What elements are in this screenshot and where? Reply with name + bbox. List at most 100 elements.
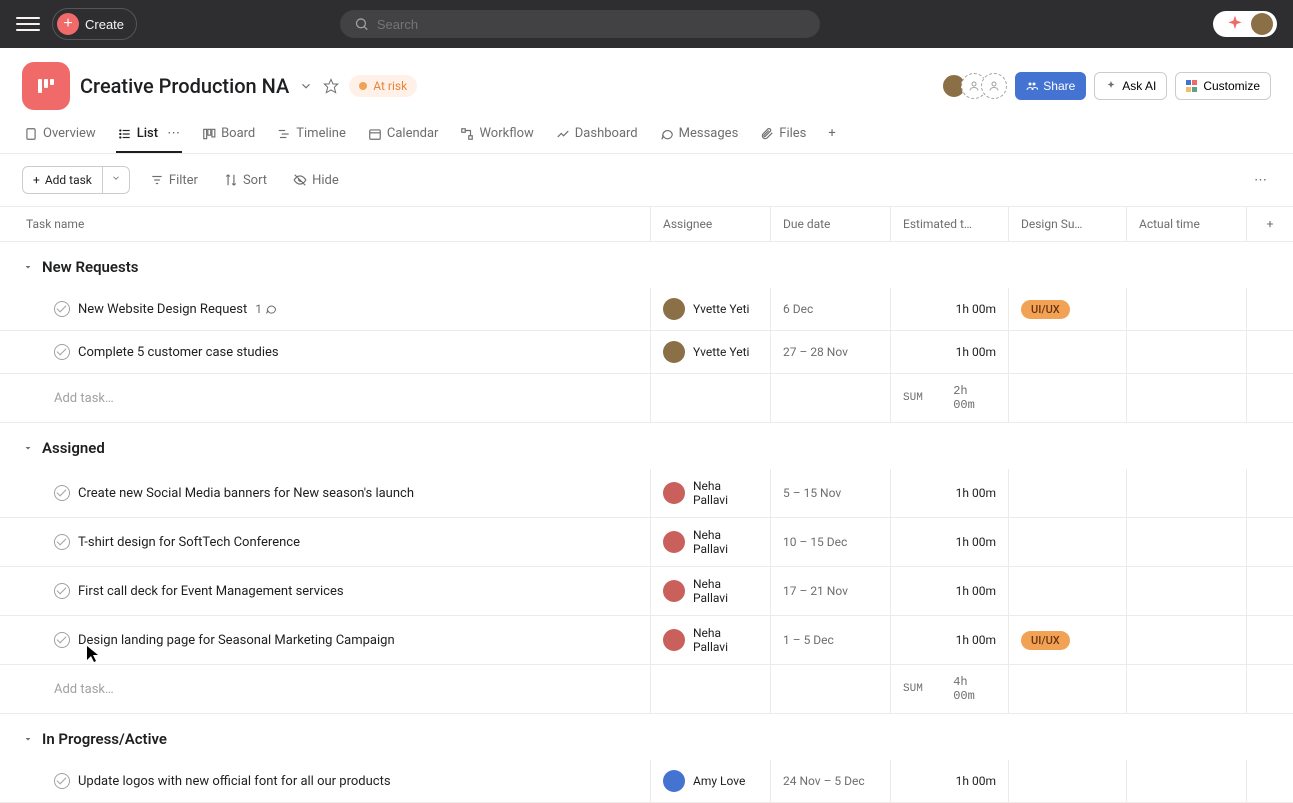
customize-button[interactable]: Customize — [1175, 72, 1271, 100]
col-actual[interactable]: Actual time — [1127, 207, 1247, 241]
assignee-cell[interactable]: Amy Love — [663, 770, 745, 792]
add-tab-button[interactable]: + — [826, 120, 837, 153]
menu-toggle[interactable] — [16, 12, 40, 36]
design-cell[interactable] — [1009, 518, 1127, 566]
design-cell[interactable]: UI/UX — [1009, 288, 1127, 330]
chevron-down-icon[interactable] — [299, 79, 313, 93]
actual-cell[interactable] — [1127, 518, 1247, 566]
estimated-cell[interactable]: 1h 00m — [891, 288, 1009, 330]
section-header[interactable]: New Requests — [0, 242, 1293, 288]
create-button[interactable]: + Create — [52, 8, 137, 40]
actual-cell[interactable] — [1127, 760, 1247, 802]
assignee-cell[interactable]: Neha Pallavi — [663, 626, 758, 654]
tab-dashboard[interactable]: Dashboard — [554, 120, 640, 153]
complete-checkbox[interactable] — [54, 485, 70, 501]
chevron-down-icon[interactable] — [22, 442, 34, 454]
tab-more-icon[interactable]: ⋯ — [167, 126, 180, 141]
add-task-button[interactable]: +Add task — [22, 166, 130, 194]
estimated-cell[interactable]: 1h 00m — [891, 760, 1009, 802]
add-task-dropdown[interactable] — [102, 167, 129, 193]
workflow-icon — [460, 127, 474, 141]
hide-button[interactable]: Hide — [287, 169, 345, 192]
tab-calendar[interactable]: Calendar — [366, 120, 441, 153]
col-due-date[interactable]: Due date — [771, 207, 891, 241]
design-cell[interactable] — [1009, 469, 1127, 517]
filter-button[interactable]: Filter — [144, 169, 204, 192]
share-button[interactable]: Share — [1015, 72, 1086, 100]
due-date-cell[interactable]: 1 – 5 Dec — [771, 616, 891, 664]
design-cell[interactable] — [1009, 331, 1127, 373]
ask-ai-button[interactable]: Ask AI — [1094, 72, 1167, 100]
add-member-placeholder — [981, 73, 1007, 99]
design-cell[interactable]: UI/UX — [1009, 616, 1127, 664]
search-box[interactable] — [340, 10, 820, 38]
complete-checkbox[interactable] — [54, 773, 70, 789]
assignee-cell[interactable]: Neha Pallavi — [663, 528, 758, 556]
col-task-name[interactable]: Task name — [0, 207, 651, 241]
task-row[interactable]: First call deck for Event Management ser… — [0, 567, 1293, 616]
timeline-icon — [277, 127, 291, 141]
due-date-cell[interactable]: 24 Nov – 5 Dec — [771, 760, 891, 802]
design-tag: UI/UX — [1021, 300, 1070, 319]
due-date-cell[interactable]: 10 – 15 Dec — [771, 518, 891, 566]
tab-files[interactable]: Files — [758, 120, 808, 153]
due-date-cell[interactable]: 17 – 21 Nov — [771, 567, 891, 615]
col-estimated[interactable]: Estimated t… — [891, 207, 1009, 241]
due-date-cell[interactable]: 6 Dec — [771, 288, 891, 330]
due-date-cell[interactable]: 27 – 28 Nov — [771, 331, 891, 373]
assignee-cell[interactable]: Yvette Yeti — [663, 341, 749, 363]
due-date-cell[interactable]: 5 – 15 Nov — [771, 469, 891, 517]
chevron-down-icon[interactable] — [22, 261, 34, 273]
task-row[interactable]: Create new Social Media banners for New … — [0, 469, 1293, 518]
estimated-cell[interactable]: 1h 00m — [891, 331, 1009, 373]
complete-checkbox[interactable] — [54, 632, 70, 648]
add-task-inline[interactable]: Add task… — [0, 665, 651, 713]
estimated-cell[interactable]: 1h 00m — [891, 469, 1009, 517]
toolbar-more[interactable]: ⋯ — [1250, 169, 1271, 192]
complete-checkbox[interactable] — [54, 583, 70, 599]
tab-workflow[interactable]: Workflow — [458, 120, 535, 153]
table-header: Task name Assignee Due date Estimated t…… — [0, 207, 1293, 242]
user-menu[interactable] — [1213, 11, 1277, 37]
status-badge[interactable]: At risk — [349, 75, 417, 97]
section-header[interactable]: In Progress/Active — [0, 714, 1293, 760]
actual-cell[interactable] — [1127, 567, 1247, 615]
tab-timeline[interactable]: Timeline — [275, 120, 348, 153]
task-row[interactable]: Design landing page for Seasonal Marketi… — [0, 616, 1293, 665]
search-input[interactable] — [377, 17, 806, 32]
complete-checkbox[interactable] — [54, 301, 70, 317]
star-icon[interactable] — [323, 78, 339, 94]
add-task-inline[interactable]: Add task… — [0, 374, 651, 422]
add-column-button[interactable]: + — [1247, 207, 1293, 241]
actual-cell[interactable] — [1127, 616, 1247, 664]
tab-messages[interactable]: Messages — [658, 120, 741, 153]
estimated-cell[interactable]: 1h 00m — [891, 518, 1009, 566]
section-header[interactable]: Assigned — [0, 423, 1293, 469]
complete-checkbox[interactable] — [54, 344, 70, 360]
estimated-cell[interactable]: 1h 00m — [891, 567, 1009, 615]
chevron-down-icon[interactable] — [22, 733, 34, 745]
task-row[interactable]: New Website Design Request1 Yvette Yeti … — [0, 288, 1293, 331]
tab-list[interactable]: List⋯ — [116, 120, 182, 153]
task-row[interactable]: Complete 5 customer case studies Yvette … — [0, 331, 1293, 374]
col-assignee[interactable]: Assignee — [651, 207, 771, 241]
design-cell[interactable] — [1009, 567, 1127, 615]
view-tabs: Overview List⋯ Board Timeline Calendar W… — [0, 110, 1293, 154]
tab-overview[interactable]: Overview — [22, 120, 98, 153]
col-design[interactable]: Design Su… — [1009, 207, 1127, 241]
assignee-name: Neha Pallavi — [693, 479, 758, 507]
estimated-cell[interactable]: 1h 00m — [891, 616, 1009, 664]
task-row[interactable]: Update logos with new official font for … — [0, 760, 1293, 803]
sort-button[interactable]: Sort — [218, 169, 273, 192]
task-row[interactable]: T-shirt design for SoftTech Conference N… — [0, 518, 1293, 567]
assignee-cell[interactable]: Neha Pallavi — [663, 479, 758, 507]
design-cell[interactable] — [1009, 760, 1127, 802]
member-avatars[interactable] — [947, 73, 1007, 99]
actual-cell[interactable] — [1127, 331, 1247, 373]
assignee-cell[interactable]: Yvette Yeti — [663, 298, 749, 320]
assignee-cell[interactable]: Neha Pallavi — [663, 577, 758, 605]
tab-board[interactable]: Board — [200, 120, 257, 153]
actual-cell[interactable] — [1127, 469, 1247, 517]
actual-cell[interactable] — [1127, 288, 1247, 330]
complete-checkbox[interactable] — [54, 534, 70, 550]
